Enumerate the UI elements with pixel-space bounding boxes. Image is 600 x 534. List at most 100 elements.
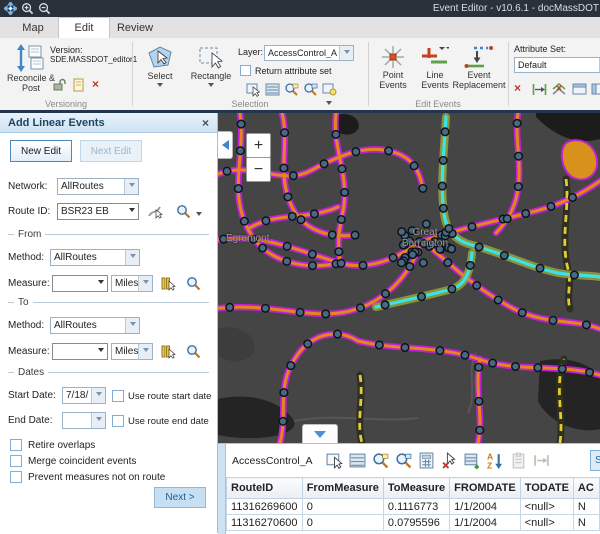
delete-event-icon[interactable]: ×: [514, 82, 521, 94]
attribute-set-dropdown[interactable]: Default: [514, 57, 600, 73]
to-method-caret-icon[interactable]: [125, 318, 139, 333]
network-dropdown[interactable]: AllRoutes: [57, 178, 139, 195]
to-measure-combo[interactable]: [52, 343, 108, 360]
save-button[interactable]: Save: [590, 450, 600, 471]
panel-close-icon[interactable]: ×: [202, 116, 209, 130]
select-route-icon[interactable]: [148, 204, 163, 219]
cell: 0.1116773: [383, 499, 449, 515]
merge-coincident-checkbox[interactable]: [10, 455, 22, 467]
tab-edit[interactable]: Edit: [58, 17, 110, 38]
end-date-caret-icon[interactable]: [91, 413, 105, 428]
network-caret-icon[interactable]: [124, 179, 138, 194]
col-tomeasure[interactable]: ToMeasure: [383, 478, 449, 499]
dates-fieldset: Dates: [8, 372, 209, 373]
split-event-icon[interactable]: [552, 83, 567, 96]
add-records-icon[interactable]: [464, 452, 481, 469]
event-replacement-button[interactable]: Event Replacement: [450, 44, 508, 90]
select-by-attributes-icon[interactable]: [265, 82, 280, 97]
to-unit-dropdown[interactable]: Miles: [111, 343, 153, 360]
select-by-shape-icon[interactable]: [246, 82, 261, 97]
rectangle-caret-icon[interactable]: [208, 83, 214, 90]
map-zoom-in-button[interactable]: +: [246, 133, 271, 158]
route-id-combo[interactable]: BSR23 EB: [57, 203, 139, 220]
measure-event-icon[interactable]: [532, 83, 547, 96]
next-button[interactable]: Next >: [154, 487, 206, 508]
table-measure-icon: [533, 452, 550, 469]
use-route-start-checkbox[interactable]: [112, 390, 124, 402]
zoom-out-icon[interactable]: [38, 2, 51, 15]
table-select-shape-icon[interactable]: [326, 452, 343, 469]
table-row[interactable]: 11316270600 0 0.0795596 1/1/2004 <null> …: [227, 515, 600, 531]
table-attributes-icon[interactable]: [349, 452, 366, 469]
next-edit-button: Next Edit: [80, 140, 142, 162]
table-row[interactable]: 11316269600 0 0.1116773 1/1/2004 <null> …: [227, 499, 600, 515]
select-button[interactable]: Select: [140, 43, 180, 90]
end-date-picker[interactable]: [62, 412, 106, 429]
to-measure-caret-icon[interactable]: [94, 344, 107, 359]
from-unit-caret-icon[interactable]: [138, 276, 152, 291]
panel-2-icon[interactable]: [591, 82, 600, 96]
col-routeid[interactable]: RouteID: [227, 478, 303, 499]
field-calculator-icon[interactable]: [418, 452, 435, 469]
col-access[interactable]: AC: [573, 478, 599, 499]
new-version-icon[interactable]: [72, 78, 86, 92]
unlock-version-icon[interactable]: [52, 78, 66, 92]
col-fromdate[interactable]: FROMDATE: [450, 478, 521, 499]
to-method-dropdown[interactable]: AllRoutes: [50, 317, 140, 334]
start-date-picker[interactable]: 7/18/: [62, 387, 106, 404]
from-measure-pick-icon[interactable]: [161, 276, 176, 291]
to-unit-caret-icon[interactable]: [138, 344, 152, 359]
rectangle-button[interactable]: Rectangle: [188, 43, 234, 90]
return-attribute-set-label: Return attribute set: [255, 66, 332, 76]
return-attribute-set-checkbox[interactable]: [240, 65, 251, 76]
attribute-table[interactable]: RouteID FromMeasure ToMeasure FROMDATE T…: [226, 477, 600, 531]
table-zoom-all-icon[interactable]: [395, 452, 412, 469]
from-method-dropdown[interactable]: AllRoutes: [50, 249, 140, 266]
cell: <null>: [520, 499, 573, 515]
zoom-selected-icon[interactable]: [284, 82, 299, 97]
event-replacement-label-2: Replacement: [452, 80, 505, 90]
collapse-table-tab[interactable]: [302, 424, 338, 443]
route-id-caret-icon[interactable]: [125, 204, 138, 219]
layer-dropdown[interactable]: AccessControl_A: [264, 45, 354, 61]
highlight-caret-icon[interactable]: [326, 101, 332, 108]
to-fieldset: To: [8, 302, 209, 303]
map-viewport[interactable]: Egremont Great Barrington + −: [218, 113, 600, 443]
new-edit-button[interactable]: New Edit: [10, 140, 72, 162]
zoom-selected-2-icon[interactable]: [303, 82, 318, 97]
col-frommeasure[interactable]: FromMeasure: [302, 478, 383, 499]
map-canvas[interactable]: [218, 113, 600, 443]
map-zoom-out-button[interactable]: −: [246, 157, 271, 182]
select-caret-icon[interactable]: [157, 83, 163, 90]
layer-label: Layer:: [238, 47, 263, 57]
prevent-measures-checkbox[interactable]: [10, 471, 22, 483]
clear-selection-icon[interactable]: [441, 452, 458, 469]
route-zoom-icon[interactable]: [176, 204, 191, 219]
table-zoom-selected-icon[interactable]: [372, 452, 389, 469]
from-measure-combo[interactable]: [52, 275, 108, 292]
to-measure-pick-icon[interactable]: [161, 344, 176, 359]
zoom-in-icon[interactable]: [21, 2, 34, 15]
sort-icon[interactable]: A Z: [487, 452, 504, 469]
from-measure-caret-icon[interactable]: [94, 276, 107, 291]
col-todate[interactable]: TODATE: [520, 478, 573, 499]
retire-overlaps-checkbox[interactable]: [10, 439, 22, 451]
layer-caret-icon[interactable]: [339, 46, 353, 60]
point-events-button[interactable]: Point Events: [374, 44, 412, 90]
use-route-end-checkbox[interactable]: [112, 415, 124, 427]
to-zoom-icon[interactable]: [186, 344, 201, 359]
delete-version-icon[interactable]: ×: [92, 78, 99, 90]
route-zoom-caret-icon[interactable]: [196, 212, 202, 219]
start-date-caret-icon[interactable]: [91, 388, 105, 403]
panel-icon[interactable]: [572, 82, 587, 96]
from-unit-dropdown[interactable]: Miles: [111, 275, 153, 292]
route-id-label: Route ID:: [8, 206, 50, 217]
pan-icon[interactable]: [4, 2, 17, 15]
line-events-button[interactable]: Line Events: [416, 44, 454, 90]
tab-map[interactable]: Map: [8, 17, 58, 38]
from-method-caret-icon[interactable]: [125, 250, 139, 265]
tab-review[interactable]: Review: [110, 17, 160, 38]
collapse-panel-tab[interactable]: [218, 131, 233, 159]
highlight-selection-icon[interactable]: [322, 82, 337, 97]
from-zoom-icon[interactable]: [186, 276, 201, 291]
